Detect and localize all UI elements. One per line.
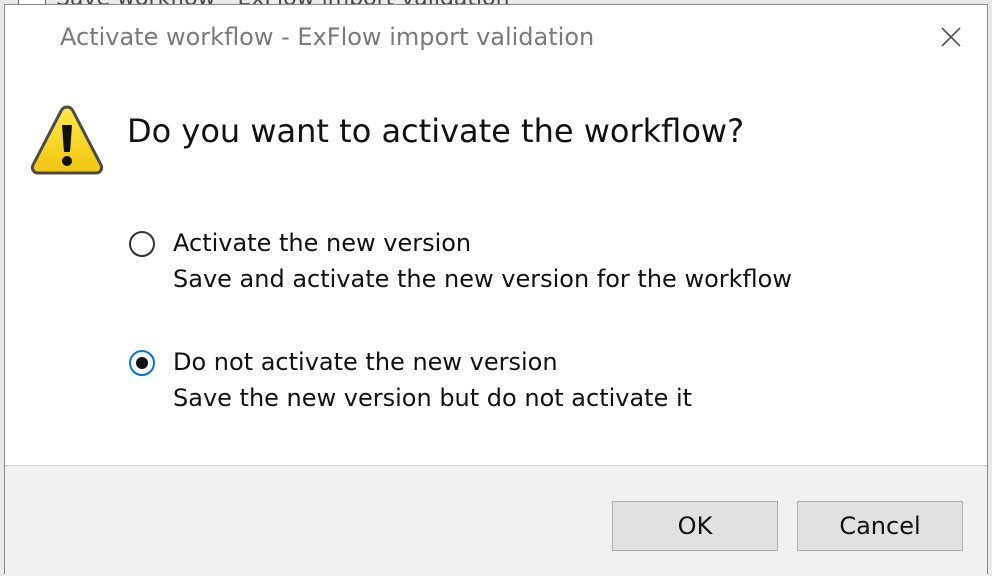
radio-do-not-activate[interactable]	[129, 350, 155, 376]
ok-button[interactable]: OK	[612, 501, 778, 551]
activate-workflow-dialog: Activate workflow - ExFlow import valida…	[4, 4, 988, 576]
dialog-question: Do you want to activate the workflow?	[127, 112, 745, 150]
dialog-title: Activate workflow - ExFlow import valida…	[60, 23, 595, 51]
close-icon	[941, 27, 961, 47]
cancel-button[interactable]: Cancel	[797, 501, 963, 551]
dialog-title-bar[interactable]: Activate workflow - ExFlow import valida…	[5, 5, 987, 71]
dialog-footer: OK Cancel	[5, 465, 987, 576]
option-activate-label[interactable]: Activate the new version	[173, 229, 471, 257]
option-do-not-activate-description[interactable]: Save the new version but do not activate…	[173, 384, 692, 412]
warning-icon	[30, 105, 104, 175]
option-do-not-activate-label[interactable]: Do not activate the new version	[173, 348, 558, 376]
close-button[interactable]	[929, 17, 973, 57]
option-activate-description[interactable]: Save and activate the new version for th…	[173, 265, 792, 293]
radio-activate[interactable]	[129, 231, 155, 257]
